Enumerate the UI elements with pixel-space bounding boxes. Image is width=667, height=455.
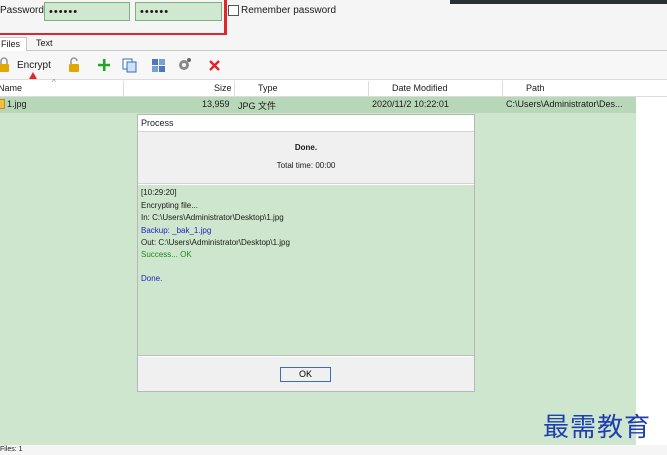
log-line: In: C:\Users\Administrator\Desktop\1.jpg <box>141 213 284 222</box>
file-path: C:\Users\Administrator\Des... <box>506 99 623 109</box>
column-divider[interactable] <box>502 81 503 97</box>
list-header <box>0 81 667 97</box>
add-icon[interactable] <box>96 57 112 73</box>
ok-button[interactable]: OK <box>280 367 331 382</box>
pointer-arrow-icon <box>29 72 37 79</box>
log-line: Out: C:\Users\Administrator\Desktop\1.jp… <box>141 238 290 247</box>
column-header-date[interactable]: Date Modified <box>392 83 448 93</box>
encrypt-button[interactable]: Encrypt <box>17 60 51 71</box>
file-name: 1.jpg <box>7 99 27 109</box>
tab-text[interactable]: Text <box>30 37 59 51</box>
column-header-name[interactable]: Name <box>0 83 22 93</box>
password-label: Password: <box>0 5 47 16</box>
dialog-title: Process <box>141 118 174 128</box>
dialog-summary-panel <box>138 131 474 184</box>
grid-icon[interactable] <box>150 57 166 73</box>
dialog-total-time: Total time: 00:00 <box>276 161 336 170</box>
remember-password-label: Remember password <box>241 5 337 16</box>
status-text: Files: 1 <box>0 446 23 453</box>
column-divider[interactable] <box>234 81 235 97</box>
log-line: Encrypting file... <box>141 201 198 210</box>
remember-password-checkbox[interactable]: Remember password <box>228 5 336 16</box>
unlock-icon[interactable] <box>66 57 82 73</box>
tab-bar <box>0 35 667 51</box>
column-header-path[interactable]: Path <box>526 83 545 93</box>
settings-icon[interactable] <box>176 57 192 73</box>
watermark: 最需教育 <box>543 413 652 443</box>
status-bar <box>0 445 667 455</box>
column-divider[interactable] <box>368 81 369 97</box>
file-date: 2020/11/2 10:22:01 <box>372 99 449 109</box>
lock-icon[interactable] <box>0 57 12 73</box>
dialog-status: Done. <box>294 143 318 152</box>
file-type: JPG 文件 <box>238 101 277 111</box>
log-line: Success... OK <box>141 250 192 259</box>
log-line: Backup: _bak_1.jpg <box>141 226 212 235</box>
confirm-password-input[interactable]: •••••• <box>135 2 222 21</box>
log-line: [10:29:20] <box>141 188 177 197</box>
copy-icon[interactable] <box>121 57 137 73</box>
column-header-size[interactable]: Size <box>214 83 232 93</box>
column-divider[interactable] <box>123 81 124 97</box>
sort-indicator-icon: ^ <box>52 78 56 87</box>
log-panel[interactable] <box>138 185 474 356</box>
window-edge <box>450 0 667 4</box>
log-line: Done. <box>141 274 163 283</box>
checkbox-box[interactable] <box>228 5 239 16</box>
delete-icon[interactable] <box>206 57 222 73</box>
file-size: 13,959 <box>202 99 230 109</box>
password-input[interactable]: •••••• <box>44 2 130 21</box>
column-header-type[interactable]: Type <box>258 83 278 93</box>
image-file-icon <box>0 99 5 109</box>
